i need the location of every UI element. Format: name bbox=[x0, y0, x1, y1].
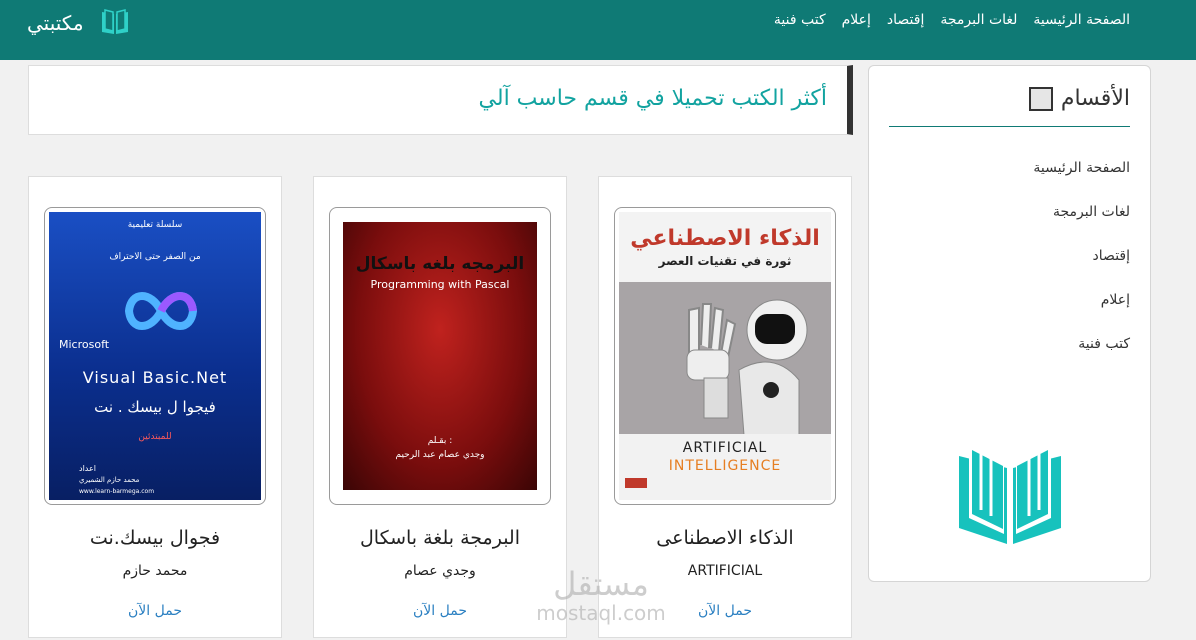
categories-sidebar: الأقسام الصفحة الرئيسية لغات البرمجة إقت… bbox=[868, 65, 1151, 582]
download-link[interactable]: حمل الآن bbox=[29, 603, 281, 619]
book-card[interactable]: سلسلة تعليمية من الصفر حتى الاحتراف Micr… bbox=[28, 176, 282, 638]
robot-icon bbox=[686, 299, 808, 435]
cover-ar-title: البرمجه بلغه باسكال bbox=[355, 254, 525, 274]
cover-en-line2: INTELLIGENCE bbox=[668, 458, 782, 474]
book-logo-icon bbox=[957, 444, 1063, 548]
nav-item-economy[interactable]: إقتصاد bbox=[887, 12, 924, 28]
book-cover[interactable]: البرمجه بلغه باسكال Programming with Pas… bbox=[329, 207, 551, 505]
book-cover[interactable]: سلسلة تعليمية من الصفر حتى الاحتراف Micr… bbox=[44, 207, 266, 505]
book-card[interactable]: البرمجه بلغه باسكال Programming with Pas… bbox=[313, 176, 567, 638]
checkbox-icon bbox=[1028, 86, 1053, 111]
nav-item-media[interactable]: إعلام bbox=[842, 12, 871, 28]
cover-prep: اعداد bbox=[79, 464, 96, 473]
book-card[interactable]: الذكاء الاصطناعي ثورة في تقنيات العصر AR… bbox=[598, 176, 852, 638]
book-title[interactable]: البرمجة بلغة باسكال bbox=[314, 527, 566, 549]
sidebar-list: الصفحة الرئيسية لغات البرمجة إقتصاد إعلا… bbox=[1033, 158, 1130, 378]
visual-studio-icon bbox=[124, 292, 198, 330]
publisher-logo-icon bbox=[625, 478, 647, 488]
book-author: وجدي عصام bbox=[404, 563, 476, 579]
main-nav: الصفحة الرئيسية لغات البرمجة إقتصاد إعلا… bbox=[774, 12, 1130, 28]
sidebar-header: الأقسام bbox=[1028, 86, 1130, 111]
section-title: أكثر الكتب تحميلا في قسم حاسب آلي bbox=[478, 86, 827, 111]
cover-by-label: بقـلم : bbox=[427, 436, 453, 446]
cover-series-sub: من الصفر حتى الاحتراف bbox=[109, 252, 201, 262]
nav-item-home[interactable]: الصفحة الرئيسية bbox=[1033, 12, 1130, 28]
book-logo-icon bbox=[100, 8, 130, 38]
sidebar-item-home[interactable]: الصفحة الرئيسية bbox=[1033, 158, 1130, 178]
cover-en-title: Visual Basic.Net bbox=[82, 368, 228, 387]
book-author: محمد حازم bbox=[122, 563, 188, 579]
book-title[interactable]: فجوال بيسك.نت bbox=[29, 527, 281, 549]
nav-item-art-books[interactable]: كتب فنية bbox=[774, 12, 826, 28]
sidebar-item-art-books[interactable]: كتب فنية bbox=[1033, 334, 1130, 354]
sidebar-title: الأقسام bbox=[1060, 86, 1130, 111]
cover-ar-title: الذكاء الاصطناعي bbox=[630, 226, 820, 251]
top-navbar: مكتبتي الصفحة الرئيسية لغات البرمجة إقتص… bbox=[0, 0, 1196, 60]
cover-ar-title: فيجوا ل بيسك . نت bbox=[94, 398, 216, 416]
brand[interactable]: مكتبتي bbox=[27, 8, 130, 38]
book-title[interactable]: الذكاء الاصطناعى bbox=[599, 527, 851, 549]
download-link[interactable]: حمل الآن bbox=[314, 603, 566, 619]
sidebar-item-programming[interactable]: لغات البرمجة bbox=[1033, 202, 1130, 222]
sidebar-item-economy[interactable]: إقتصاد bbox=[1033, 246, 1130, 266]
download-link[interactable]: حمل الآن bbox=[599, 603, 851, 619]
sidebar-item-media[interactable]: إعلام bbox=[1033, 290, 1130, 310]
cover-series: سلسلة تعليمية bbox=[127, 220, 183, 230]
brand-name[interactable]: مكتبتي bbox=[27, 11, 84, 35]
book-cover[interactable]: الذكاء الاصطناعي ثورة في تقنيات العصر AR… bbox=[614, 207, 836, 505]
cover-by-name: وجدي عصام عبد الرحيم bbox=[395, 450, 485, 460]
nav-item-programming[interactable]: لغات البرمجة bbox=[940, 12, 1017, 28]
section-header: أكثر الكتب تحميلا في قسم حاسب آلي bbox=[28, 65, 853, 135]
sidebar-divider bbox=[889, 126, 1130, 127]
cover-for: للمبتدئين bbox=[138, 432, 172, 442]
cover-site: www.learn-barmega.com bbox=[79, 488, 155, 495]
cover-en-title: Programming with Pascal bbox=[370, 278, 510, 291]
cover-en-line1: ARTIFICIAL bbox=[682, 440, 768, 456]
cover-ar-subtitle: ثورة في تقنيات العصر bbox=[658, 254, 792, 268]
book-author: ARTIFICIAL bbox=[687, 563, 763, 579]
cover-ms: Microsoft bbox=[59, 338, 110, 351]
cover-author: محمد حازم الشميري bbox=[79, 476, 140, 484]
